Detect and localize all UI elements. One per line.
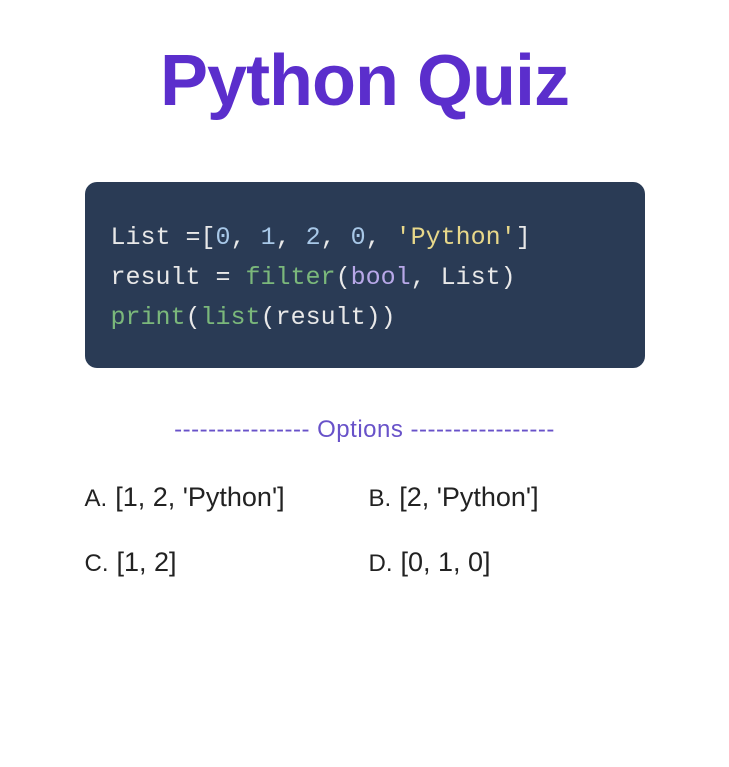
tok-equals: = xyxy=(216,263,246,292)
tok-builtin: bool xyxy=(351,263,411,292)
tok-arg: result xyxy=(276,303,366,332)
tok-comma: , xyxy=(321,223,351,252)
tok-paren: ( xyxy=(261,303,276,332)
tok-paren: ( xyxy=(186,303,201,332)
option-value: [2, 'Python'] xyxy=(399,482,538,513)
tok-string: 'Python' xyxy=(396,223,516,252)
tok-fn: filter xyxy=(246,263,336,292)
options-header: ---------------- Options ---------------… xyxy=(174,416,555,444)
code-line-3: print(list(result)) xyxy=(111,298,619,338)
tok-comma: , xyxy=(231,223,261,252)
code-block: List =[0, 1, 2, 0, 'Python'] result = fi… xyxy=(85,182,645,368)
tok-num: 1 xyxy=(261,223,276,252)
tok-comma: , xyxy=(276,223,306,252)
code-line-2: result = filter(bool, List) xyxy=(111,258,619,298)
option-value: [1, 2] xyxy=(117,547,177,578)
tok-equals: = xyxy=(186,223,201,252)
tok-arg: List xyxy=(441,263,501,292)
options-grid: A. [1, 2, 'Python'] B. [2, 'Python'] C. … xyxy=(85,482,645,578)
option-d[interactable]: D. [0, 1, 0] xyxy=(369,547,645,578)
option-value: [1, 2, 'Python'] xyxy=(115,482,284,513)
tok-var: List xyxy=(111,223,186,252)
tok-var: result xyxy=(111,263,216,292)
tok-paren: ) xyxy=(501,263,516,292)
tok-comma: , xyxy=(366,223,396,252)
tok-paren: ( xyxy=(336,263,351,292)
tok-num: 2 xyxy=(306,223,321,252)
code-line-1: List =[0, 1, 2, 0, 'Python'] xyxy=(111,218,619,258)
option-letter: A. xyxy=(85,485,108,513)
tok-comma: , xyxy=(411,263,441,292)
option-letter: B. xyxy=(369,485,392,513)
option-a[interactable]: A. [1, 2, 'Python'] xyxy=(85,482,361,513)
tok-fn: list xyxy=(201,303,261,332)
tok-fn: print xyxy=(111,303,186,332)
tok-num: 0 xyxy=(216,223,231,252)
tok-bracket: [ xyxy=(201,223,216,252)
quiz-title: Python Quiz xyxy=(160,40,569,122)
option-letter: C. xyxy=(85,550,109,578)
tok-bracket: ] xyxy=(516,223,531,252)
option-value: [0, 1, 0] xyxy=(401,547,491,578)
tok-paren: ) xyxy=(381,303,396,332)
option-c[interactable]: C. [1, 2] xyxy=(85,547,361,578)
option-b[interactable]: B. [2, 'Python'] xyxy=(369,482,645,513)
option-letter: D. xyxy=(369,550,393,578)
tok-paren: ) xyxy=(366,303,381,332)
tok-num: 0 xyxy=(351,223,366,252)
